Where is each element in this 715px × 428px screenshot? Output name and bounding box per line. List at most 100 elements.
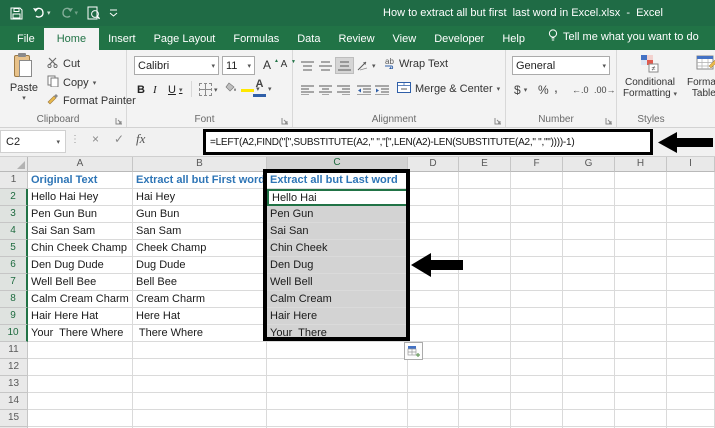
cell-B12[interactable] xyxy=(133,359,267,376)
cell-F4[interactable] xyxy=(511,223,563,240)
cell-E10[interactable] xyxy=(459,325,511,342)
cell-D13[interactable] xyxy=(408,376,459,393)
increase-indent-button[interactable] xyxy=(373,81,391,98)
cell-C12[interactable] xyxy=(267,359,408,376)
save-icon[interactable] xyxy=(10,7,23,20)
cell-A1[interactable]: Original Text xyxy=(28,172,133,189)
format-as-table-button[interactable]: Format aTable ▾ xyxy=(681,54,715,100)
cell-I8[interactable] xyxy=(667,291,715,308)
col-header-D[interactable]: D xyxy=(408,157,459,172)
cell-A10[interactable]: Your There Where xyxy=(28,325,133,342)
cell-B7[interactable]: Bell Bee xyxy=(133,274,267,291)
cell-E6[interactable] xyxy=(459,257,511,274)
cell-C6[interactable]: Den Dug xyxy=(267,257,408,274)
cell-F5[interactable] xyxy=(511,240,563,257)
cell-H15[interactable] xyxy=(615,410,667,427)
tab-formulas[interactable]: Formulas xyxy=(224,28,288,50)
cell-H9[interactable] xyxy=(615,308,667,325)
decrease-decimal-button[interactable]: .00→ xyxy=(592,81,618,98)
cell-B3[interactable]: Gun Bun xyxy=(133,206,267,223)
cell-H3[interactable] xyxy=(615,206,667,223)
cell-E5[interactable] xyxy=(459,240,511,257)
font-size-select[interactable]: 11▾ xyxy=(222,56,255,75)
cell-F2[interactable] xyxy=(511,189,563,206)
cancel-icon[interactable]: × xyxy=(92,132,99,146)
cell-H7[interactable] xyxy=(615,274,667,291)
cell-E2[interactable] xyxy=(459,189,511,206)
cell-B8[interactable]: Cream Charm xyxy=(133,291,267,308)
row-header-15[interactable]: 15 xyxy=(0,410,28,427)
cell-A7[interactable]: Well Bell Bee xyxy=(28,274,133,291)
cut-button[interactable]: Cut xyxy=(47,57,80,71)
clipboard-dialog-launcher-icon[interactable] xyxy=(115,116,123,124)
cell-I2[interactable] xyxy=(667,189,715,206)
cell-B10[interactable]: There Where xyxy=(133,325,267,342)
cell-G8[interactable] xyxy=(563,291,615,308)
row-header-4[interactable]: 4 xyxy=(0,223,28,240)
cell-C11[interactable] xyxy=(267,342,408,359)
tab-data[interactable]: Data xyxy=(288,28,329,50)
cell-G10[interactable] xyxy=(563,325,615,342)
center-button[interactable] xyxy=(317,81,334,98)
borders-dropdown-icon[interactable]: ▾ xyxy=(214,86,218,94)
col-header-G[interactable]: G xyxy=(563,157,615,172)
formula-input[interactable]: =LEFT(A2,FIND("[",SUBSTITUTE(A2," ","[",… xyxy=(206,137,574,148)
cell-A8[interactable]: Calm Cream Charm xyxy=(28,291,133,308)
merge-center-button[interactable]: Merge & Center ▾ xyxy=(397,82,500,96)
percent-button[interactable]: % xyxy=(536,81,551,98)
cell-F8[interactable] xyxy=(511,291,563,308)
cell-A15[interactable] xyxy=(28,410,133,427)
col-header-F[interactable]: F xyxy=(511,157,563,172)
tab-file[interactable]: File xyxy=(8,28,44,50)
cell-B11[interactable] xyxy=(133,342,267,359)
top-align-button[interactable] xyxy=(299,57,316,74)
cell-C13[interactable] xyxy=(267,376,408,393)
copy-button[interactable]: Copy ▾ xyxy=(47,75,96,90)
print-preview-icon[interactable] xyxy=(87,6,100,20)
row-header-13[interactable]: 13 xyxy=(0,376,28,393)
cell-I9[interactable] xyxy=(667,308,715,325)
cell-G14[interactable] xyxy=(563,393,615,410)
cell-I1[interactable] xyxy=(667,172,715,189)
cell-I11[interactable] xyxy=(667,342,715,359)
cell-I7[interactable] xyxy=(667,274,715,291)
cell-E12[interactable] xyxy=(459,359,511,376)
font-dialog-launcher-icon[interactable] xyxy=(281,116,289,124)
col-header-C[interactable]: C xyxy=(267,157,408,172)
cell-A13[interactable] xyxy=(28,376,133,393)
row-header-11[interactable]: 11 xyxy=(0,342,28,359)
cell-E4[interactable] xyxy=(459,223,511,240)
row-header-5[interactable]: 5 xyxy=(0,240,28,257)
cell-F11[interactable] xyxy=(511,342,563,359)
cell-D12[interactable] xyxy=(408,359,459,376)
name-box[interactable]: C2 ▾ xyxy=(0,130,66,153)
cell-D9[interactable] xyxy=(408,308,459,325)
cell-F7[interactable] xyxy=(511,274,563,291)
cell-C2[interactable]: Hello Hai xyxy=(267,189,408,206)
row-header-8[interactable]: 8 xyxy=(0,291,28,308)
row-header-3[interactable]: 3 xyxy=(0,206,28,223)
cell-G13[interactable] xyxy=(563,376,615,393)
cell-A4[interactable]: Sai San Sam xyxy=(28,223,133,240)
name-box-dropdown-icon[interactable]: ▾ xyxy=(56,138,60,146)
cell-C10[interactable]: Your There xyxy=(267,325,408,342)
cell-F1[interactable] xyxy=(511,172,563,189)
currency-dropdown-icon[interactable]: ▾ xyxy=(524,86,528,94)
cell-I3[interactable] xyxy=(667,206,715,223)
cell-F14[interactable] xyxy=(511,393,563,410)
cell-D2[interactable] xyxy=(408,189,459,206)
orientation-dropdown-icon[interactable]: ▾ xyxy=(372,62,376,70)
decrease-indent-button[interactable] xyxy=(355,81,373,98)
cell-B15[interactable] xyxy=(133,410,267,427)
cell-H1[interactable] xyxy=(615,172,667,189)
undo-icon[interactable]: ▾ xyxy=(32,7,51,19)
insert-function-icon[interactable]: fx xyxy=(136,131,145,147)
col-header-E[interactable]: E xyxy=(459,157,511,172)
cell-G2[interactable] xyxy=(563,189,615,206)
row-header-9[interactable]: 9 xyxy=(0,308,28,325)
row-header-1[interactable]: 1 xyxy=(0,172,28,189)
cell-H14[interactable] xyxy=(615,393,667,410)
cell-C1[interactable]: Extract all but Last word xyxy=(267,172,408,189)
conditional-formatting-button[interactable]: ≠ ConditionalFormatting ▾ xyxy=(621,54,679,100)
cell-E15[interactable] xyxy=(459,410,511,427)
